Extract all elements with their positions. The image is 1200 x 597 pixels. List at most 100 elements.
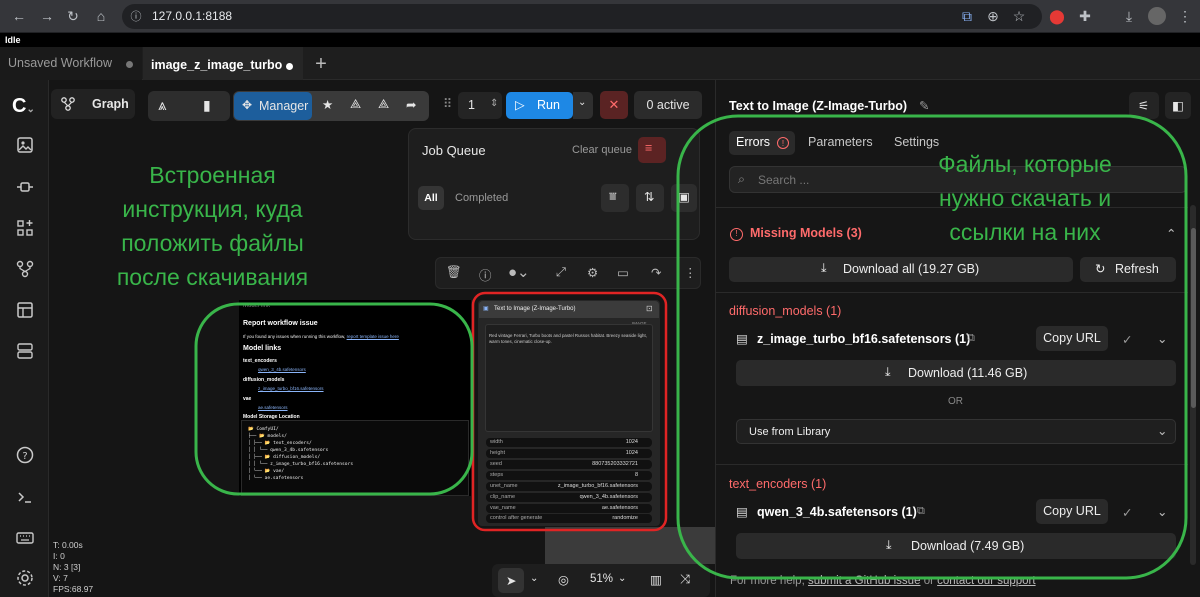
report-issue-link[interactable]: report template issue here [347, 334, 399, 339]
edit-pencil-icon[interactable]: ✎ [919, 98, 929, 113]
github-issue-link[interactable]: submit a GitHub issue [808, 575, 921, 587]
link-visibility-icon[interactable]: ⤨ [680, 572, 690, 587]
star-icon[interactable]: ★ [322, 97, 333, 112]
filter-button[interactable]: ⩸ [601, 184, 629, 212]
node-header[interactable]: ▣ Text to Image (Z-Image-Turbo) ⊡ [479, 301, 659, 318]
filter-all-tab[interactable]: All [418, 186, 444, 210]
zoom-icon[interactable]: ⊕ [984, 7, 1002, 25]
refresh-button[interactable]: ↻ Refresh [1080, 257, 1176, 282]
prompt-textarea[interactable]: Red vintage Ferrari, Turbo boots and pas… [485, 324, 653, 432]
stop-button[interactable]: ✕ [600, 91, 628, 119]
download-diffusion-model-button[interactable]: ⤓ Download (11.46 GB) [736, 360, 1176, 386]
copy-icon[interactable]: ⧉ [917, 505, 925, 518]
queue-panel-icon[interactable] [14, 340, 36, 362]
fit-view-icon[interactable]: ⤢ [556, 265, 566, 280]
minimap-icon[interactable]: ▥ [650, 572, 662, 587]
new-tab-plus-icon[interactable]: + [312, 53, 330, 76]
missing-models-label[interactable]: Missing Models (3) [750, 226, 862, 240]
copy-url-button[interactable]: Copy URL [1036, 326, 1108, 351]
profile-avatar-icon[interactable] [1148, 7, 1166, 25]
fit-view-icon[interactable]: ◎ [558, 572, 569, 587]
copy-url-button[interactable]: Copy URL [1036, 499, 1108, 524]
clear-queue-label[interactable]: Clear queue [572, 144, 632, 156]
tab-unsaved-workflow[interactable]: Unsaved Workflow [0, 47, 142, 80]
model-alt-icon[interactable]: ⟁ [378, 97, 389, 112]
redo-icon[interactable]: ↷ [651, 265, 661, 280]
back-arrow-icon[interactable]: ← [10, 7, 28, 25]
bookmark-star-icon[interactable]: ☆ [1010, 7, 1028, 25]
node-expand-icon[interactable]: ⊡ [646, 304, 653, 313]
extension-shield-icon[interactable]: ⬤ [1048, 7, 1066, 25]
widget-width[interactable]: width 1024 [486, 438, 652, 447]
reload-icon[interactable]: ↻ [64, 7, 82, 25]
panel-settings-button[interactable]: ⚟ [1129, 92, 1159, 119]
vae-file-link[interactable]: ae.safetensors [258, 405, 288, 410]
widget-steps[interactable]: steps 8 [486, 471, 652, 480]
terminal-icon[interactable] [14, 486, 36, 508]
download-icon[interactable]: ⤓ [1120, 7, 1138, 25]
download-all-button[interactable]: ⤓ Download all (19.27 GB) [729, 257, 1073, 282]
scrollbar-thumb[interactable] [1191, 228, 1196, 408]
adjust-icon[interactable]: ⚙ [587, 265, 598, 280]
use-from-library-select[interactable]: Use from Library ⌄ [736, 419, 1176, 444]
image-library-icon[interactable] [14, 134, 36, 156]
model-icon[interactable]: ⟁ [350, 97, 361, 112]
run-options-button[interactable]: ⌄ [573, 92, 593, 119]
tab-image-z-image-turbo[interactable]: image_z_image_turbo [143, 47, 303, 80]
manager-button[interactable]: ✥ Manager [234, 92, 312, 120]
forward-arrow-icon[interactable]: → [38, 7, 56, 25]
info-icon[interactable]: ⓘ [479, 265, 492, 284]
address-bar[interactable] [122, 4, 1042, 29]
comfy-registry-icon[interactable]: ⩓ [158, 97, 166, 114]
copy-icon[interactable]: ⧉ [967, 332, 975, 345]
color-picker-icon[interactable]: ●⌄ [508, 263, 530, 281]
widget-vae-name[interactable]: vae_name ae.safetensors [486, 504, 652, 513]
chevron-down-icon[interactable]: ⌄ [618, 573, 626, 584]
workflows-icon[interactable] [14, 258, 36, 280]
run-button[interactable]: ▷ Run [506, 92, 573, 119]
node-library-icon[interactable] [14, 176, 36, 198]
chevron-down-icon[interactable]: ⌄ [1157, 331, 1167, 346]
tab-errors[interactable]: Errors ! [729, 131, 795, 155]
cast-icon[interactable]: ⧉ [958, 7, 976, 25]
drag-handle-icon[interactable]: ⠿ [443, 96, 452, 111]
widget-clip-name[interactable]: clip_name qwen_3_4b.safetensors [486, 493, 652, 502]
zoom-level[interactable]: 51% [590, 573, 613, 585]
dm-file-link[interactable]: z_image_turbo_bf16.safetensors [258, 386, 324, 391]
trash-icon[interactable]: 🗑 [446, 265, 462, 280]
chevron-down-icon[interactable]: ⌄ [1157, 504, 1167, 519]
tab-parameters[interactable]: Parameters [808, 135, 873, 149]
active-jobs-button[interactable]: 0 active [634, 91, 702, 119]
select-tool-button[interactable]: ➤ [498, 568, 524, 593]
settings-gear-icon[interactable] [14, 567, 36, 589]
gallery-button[interactable]: ▣ [671, 184, 697, 212]
graph-button[interactable]: Graph [51, 89, 135, 119]
chevron-down-icon[interactable]: ⌄ [530, 573, 538, 584]
bookmark-icon[interactable]: ▮ [203, 97, 211, 114]
menu-dots-icon[interactable]: ⋮ [1176, 7, 1194, 25]
help-icon[interactable]: ? [14, 444, 36, 466]
more-dots-icon[interactable]: ⋮ [684, 265, 697, 280]
download-text-encoder-button[interactable]: ⤓ Download (7.49 GB) [736, 533, 1176, 559]
extensions-icon[interactable]: ✚ [1076, 7, 1094, 25]
filter-completed-tab[interactable]: Completed [455, 192, 508, 204]
contact-support-link[interactable]: contact our support [937, 575, 1035, 587]
widget-height[interactable]: height 1024 [486, 449, 652, 458]
widget-seed[interactable]: seed 880735203332721 [486, 460, 652, 469]
models-icon[interactable] [14, 217, 36, 239]
clear-queue-button[interactable]: ≡ [638, 137, 666, 163]
chevron-up-icon[interactable]: ⌃ [1166, 226, 1176, 241]
widget-unet-name[interactable]: unet_name z_image_turbo_bf16.safetensors [486, 482, 652, 491]
comfy-logo-icon[interactable]: C⌄ [12, 95, 35, 118]
keyboard-icon[interactable] [14, 527, 36, 549]
home-icon[interactable]: ⌂ [92, 7, 110, 25]
sort-button[interactable]: ⇅ [636, 184, 664, 212]
toggle-panel-button[interactable]: ◧ [1165, 92, 1191, 119]
site-info-icon[interactable]: ⓘ [128, 8, 144, 24]
share-arrow-icon[interactable]: ➦ [406, 97, 416, 112]
book-icon[interactable]: ▭ [617, 265, 629, 280]
widget-control-after-generate[interactable]: control after generate randomize [486, 514, 652, 523]
batch-count-input[interactable]: 1 ⇕ [458, 92, 502, 119]
te-file-link[interactable]: qwen_3_4b.safetensors [258, 367, 306, 372]
stepper-icon[interactable]: ⇕ [490, 98, 498, 109]
